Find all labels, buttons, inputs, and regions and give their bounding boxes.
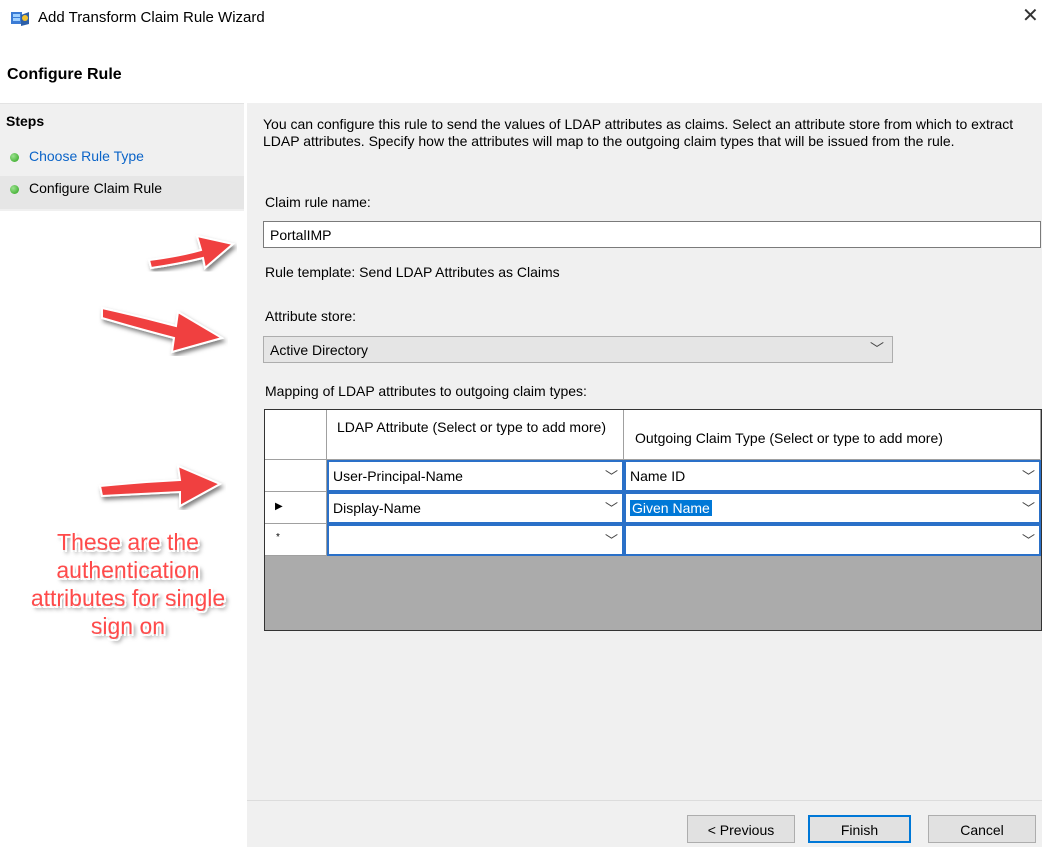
annotation-callout: These are the authentication attributes … [30, 529, 226, 639]
step-configure-claim-rule: Configure Claim Rule [29, 180, 163, 196]
attribute-store-label: Attribute store: [265, 308, 357, 324]
steps-title: Steps [6, 113, 45, 129]
step-current-icon [10, 185, 19, 194]
mapping-label: Mapping of LDAP attributes to outgoing c… [265, 383, 587, 399]
window-title: Add Transform Claim Rule Wizard [38, 9, 265, 26]
claim-rule-name-input[interactable] [263, 221, 1041, 248]
finish-button[interactable]: Finish [808, 815, 911, 843]
footer-bar [247, 801, 1042, 847]
grid-corner-header [265, 410, 327, 460]
mapping-grid: LDAP Attribute (Select or type to add mo… [264, 409, 1042, 631]
ldap-attribute-combo[interactable]: User-Principal-Name ﹀ [327, 460, 624, 492]
ldap-attribute-value: User-Principal-Name [333, 468, 463, 484]
previous-button[interactable]: < Previous [687, 815, 795, 843]
claim-type-combo[interactable]: Name ID ﹀ [624, 460, 1041, 492]
attribute-store-select[interactable]: Active Directory ﹀ [263, 336, 893, 363]
red-arrow-icon [101, 306, 225, 354]
claim-rule-name-label: Claim rule name: [265, 194, 371, 210]
step-choose-rule-type[interactable]: Choose Rule Type [29, 148, 144, 164]
page-title: Configure Rule [7, 66, 122, 83]
rule-description: You can configure this rule to send the … [263, 116, 1014, 149]
chevron-down-icon[interactable]: ﹀ [605, 530, 618, 549]
rule-template-text: Rule template: Send LDAP Attributes as C… [265, 264, 560, 280]
ldap-attribute-combo-new[interactable]: ﹀ [327, 524, 624, 556]
ldap-attribute-value: Display-Name [333, 500, 421, 516]
red-arrow-icon [98, 464, 223, 508]
row-header[interactable] [265, 460, 327, 492]
column-header-ldap-attribute[interactable]: LDAP Attribute (Select or type to add mo… [327, 410, 624, 460]
ldap-attribute-combo[interactable]: Display-Name ﹀ [327, 492, 624, 524]
chevron-down-icon[interactable]: ﹀ [1022, 466, 1035, 485]
close-icon[interactable]: ✕ [1022, 6, 1039, 26]
attribute-store-value: Active Directory [270, 342, 369, 358]
step-complete-icon [10, 153, 19, 162]
cancel-button[interactable]: Cancel [928, 815, 1036, 843]
red-arrow-icon [147, 234, 236, 270]
column-header-outgoing-claim-type[interactable]: Outgoing Claim Type (Select or type to a… [624, 410, 1041, 460]
chevron-down-icon[interactable]: ﹀ [1022, 498, 1035, 517]
new-row-icon[interactable]: * [265, 524, 327, 556]
claim-type-combo-new[interactable]: ﹀ [624, 524, 1041, 556]
claim-type-value-selected[interactable]: Given Name [630, 500, 712, 516]
row-pointer-icon[interactable]: ▶ [265, 492, 327, 524]
wizard-app-icon [11, 12, 29, 26]
chevron-down-icon[interactable]: ﹀ [1022, 530, 1035, 549]
claim-type-value: Name ID [630, 468, 686, 484]
chevron-down-icon[interactable]: ﹀ [605, 466, 618, 485]
chevron-down-icon[interactable]: ﹀ [870, 339, 884, 359]
claim-type-combo[interactable]: Given Name ﹀ [624, 492, 1041, 524]
chevron-down-icon[interactable]: ﹀ [605, 498, 618, 517]
